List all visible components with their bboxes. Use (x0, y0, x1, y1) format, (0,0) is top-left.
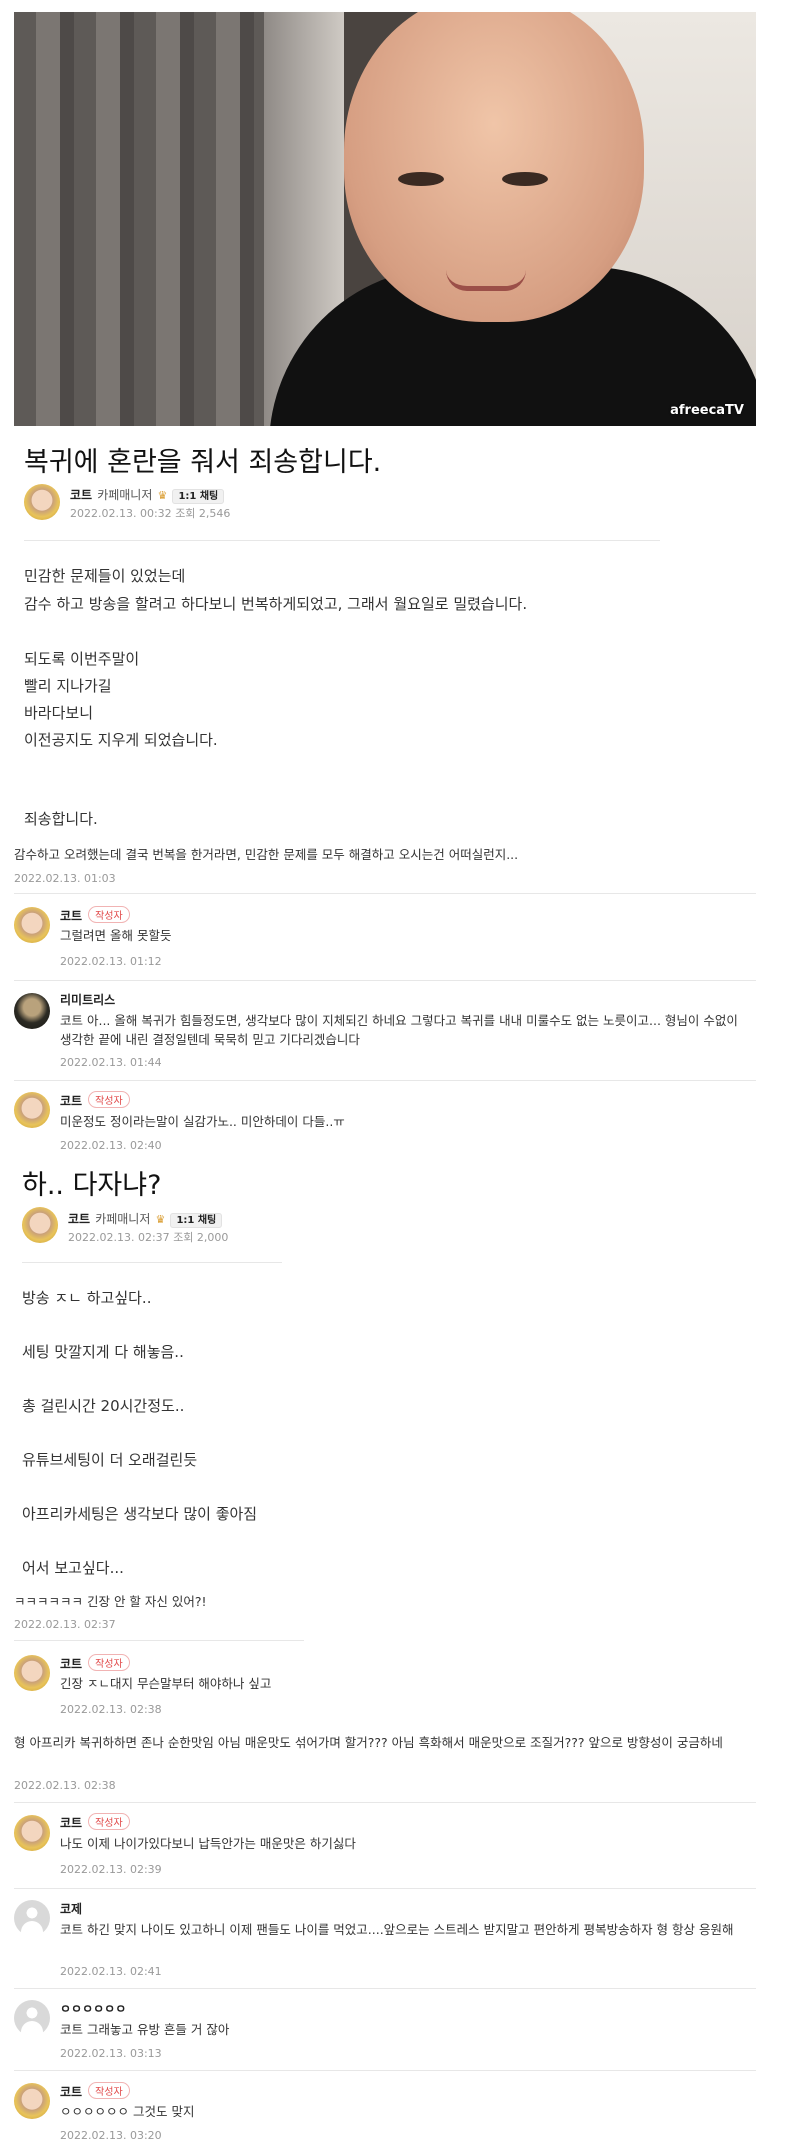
comment-text: 코트 그래놓고 유방 흔들 거 잖아 (60, 2022, 230, 2037)
post1-meta: 2022.02.13. 00:32 조회 2,546 (70, 505, 230, 521)
afreecatv-watermark: afreecaTV (670, 403, 744, 418)
post1-body-line: 이전공지도 지우게 되었습니다. (24, 731, 218, 749)
author-badge: 작성자 (88, 1091, 130, 1108)
comment-avatar[interactable] (14, 1900, 50, 1936)
comment-date: 2022.02.13. 03:20 (60, 2129, 162, 2142)
post2-author-avatar[interactable] (22, 1207, 58, 1243)
post1-body-line: 민감한 문제들이 있었는데 (24, 567, 186, 585)
comment-text: ㅋㅋㅋㅋㅋㅋ 긴장 안 할 자신 있어?! (14, 1594, 207, 1609)
post1-author-role: 카페매니저 (97, 488, 153, 502)
post1-author-avatar[interactable] (24, 484, 60, 520)
post1-body-line: 죄송합니다. (24, 810, 98, 828)
comment-date: 2022.02.13. 02:38 (14, 1779, 116, 1792)
post1-body-line: 바라다보니 (24, 704, 94, 722)
post2-body-line: 방송 ㅈㄴ 하고싶다.. (22, 1289, 152, 1307)
post2-author-line: 코트 카페매니저 ♛ 1:1 채팅 (68, 1208, 223, 1228)
comment-divider (14, 1640, 304, 1641)
comment-avatar[interactable] (14, 1655, 50, 1691)
post1-views: 조회 2,546 (175, 507, 231, 520)
comment-date: 2022.02.13. 02:38 (60, 1703, 162, 1716)
comment-author: 코트 작성자 (60, 2082, 130, 2100)
comment-divider (14, 1888, 756, 1889)
comment-divider (14, 1988, 756, 1989)
photo-eye-right (502, 172, 548, 186)
comment-date: 2022.02.13. 02:41 (60, 1965, 162, 1978)
comment-text: 나도 이제 나이가있다보니 납득안가는 매운맛은 하기싫다 (60, 1836, 356, 1851)
comment-avatar[interactable] (14, 993, 50, 1029)
post1-body-line: 되도록 이번주말이 (24, 650, 140, 668)
post2-author-name[interactable]: 코트 (68, 1212, 90, 1226)
author-badge: 작성자 (88, 1813, 130, 1830)
comment-divider (14, 1080, 756, 1081)
comment-date: 2022.02.13. 01:03 (14, 872, 116, 885)
comment-nick[interactable]: 코트 (60, 1816, 82, 1830)
comment-divider (14, 980, 756, 981)
post2-author-role: 카페매니저 (95, 1212, 151, 1226)
comment-date: 2022.02.13. 01:44 (60, 1056, 162, 1069)
comment-nick[interactable]: 코트 (60, 1657, 82, 1671)
comment-text: 코트 아... 올해 복귀가 힘들정도면, 생각보다 많이 지체되긴 하네요 그… (60, 1013, 738, 1047)
post1-author-line: 코트 카페매니저 ♛ 1:1 채팅 (70, 484, 225, 504)
post2-body-line: 세팅 맛깔지게 다 해놓음.. (22, 1343, 184, 1361)
comment-date: 2022.02.13. 02:39 (60, 1863, 162, 1876)
post2-views: 조회 2,000 (173, 1231, 229, 1244)
post2-divider (22, 1262, 282, 1263)
comment-date: 2022.02.13. 03:13 (60, 2047, 162, 2060)
comment-nick[interactable]: ㅇㅇㅇㅇㅇㅇ (60, 2000, 126, 2017)
comment-text: 긴장 ㅈㄴ대지 무슨말부터 해야하나 싶고 (60, 1676, 272, 1691)
post1-date: 2022.02.13. 00:32 (70, 507, 172, 520)
post2-body-line: 총 걸린시간 20시간정도.. (22, 1397, 185, 1415)
comment-divider (14, 1802, 756, 1803)
post1-body-line: 빨리 지나가길 (24, 677, 112, 695)
post2-body-line: 어서 보고싶다... (22, 1559, 124, 1577)
post1-title: 복귀에 혼란을 줘서 죄송합니다. (24, 447, 382, 478)
comment-avatar[interactable] (14, 1092, 50, 1128)
post1-body-line: 감수 하고 방송을 할려고 하다보니 번복하게되었고, 그래서 월요일로 밀렸습… (24, 595, 528, 613)
author-badge: 작성자 (88, 2082, 130, 2099)
comment-text: 감수하고 오려했는데 결국 번복을 한거라면, 민감한 문제를 모두 해결하고 … (14, 847, 519, 862)
comment-avatar[interactable] (14, 2000, 50, 2036)
comment-avatar[interactable] (14, 2083, 50, 2119)
comment-nick[interactable]: 코트 (60, 2085, 82, 2099)
comment-text: 형 아프리카 복귀하하면 존나 순한맛임 아님 매운맛도 섞어가며 할거??? … (14, 1735, 723, 1750)
post2-meta: 2022.02.13. 02:37 조회 2,000 (68, 1229, 228, 1245)
photo-mouth (446, 270, 526, 291)
post2-body-line: 유튜브세팅이 더 오래걸린듯 (22, 1451, 198, 1469)
comment-author: 코트 작성자 (60, 1091, 130, 1109)
crown-icon: ♛ (157, 489, 168, 502)
stream-photo: afreecaTV (14, 12, 756, 426)
comment-avatar[interactable] (14, 1815, 50, 1851)
author-badge: 작성자 (88, 1654, 130, 1671)
comment-nick[interactable]: 코트 (60, 1094, 82, 1108)
crown-icon: ♛ (155, 1213, 166, 1226)
post1-author-name[interactable]: 코트 (70, 488, 92, 502)
comment-text: 미운정도 정이라는말이 실감가노.. 미안하데이 다들..ㅠ (60, 1114, 345, 1129)
comment-avatar[interactable] (14, 907, 50, 943)
post2-chat-button[interactable]: 1:1 채팅 (170, 1213, 223, 1228)
post2-body-line: 아프리카세팅은 생각보다 많이 좋아짐 (22, 1505, 258, 1523)
comment-nick[interactable]: 코트 (60, 909, 82, 923)
comment-author: 코트 작성자 (60, 906, 130, 924)
comment-date: 2022.02.13. 02:40 (60, 1139, 162, 1152)
comment-author: 코트 작성자 (60, 1654, 130, 1672)
comment-text: 그럴려면 올해 못할듯 (60, 928, 172, 943)
comment-date: 2022.02.13. 02:37 (14, 1618, 116, 1631)
post2-title: 하.. 다자냐? (22, 1170, 162, 1201)
author-badge: 작성자 (88, 906, 130, 923)
comment-text: 코트 하긴 맞지 나이도 있고하니 이제 팬들도 나이를 먹었고....앞으로는… (60, 1922, 734, 1937)
comment-text: ㅇㅇㅇㅇㅇㅇ 그것도 맞지 (60, 2104, 195, 2119)
comment-nick[interactable]: 코제 (60, 1900, 82, 1917)
post1-divider (24, 540, 660, 541)
comment-nick[interactable]: 리미트리스 (60, 991, 115, 1008)
post1-chat-button[interactable]: 1:1 채팅 (172, 489, 225, 504)
comment-divider (14, 893, 756, 894)
post2-date: 2022.02.13. 02:37 (68, 1231, 170, 1244)
photo-curtain (14, 12, 264, 426)
photo-eye-left (398, 172, 444, 186)
comment-date: 2022.02.13. 01:12 (60, 955, 162, 968)
comment-divider (14, 2070, 756, 2071)
comment-author: 코트 작성자 (60, 1813, 130, 1831)
